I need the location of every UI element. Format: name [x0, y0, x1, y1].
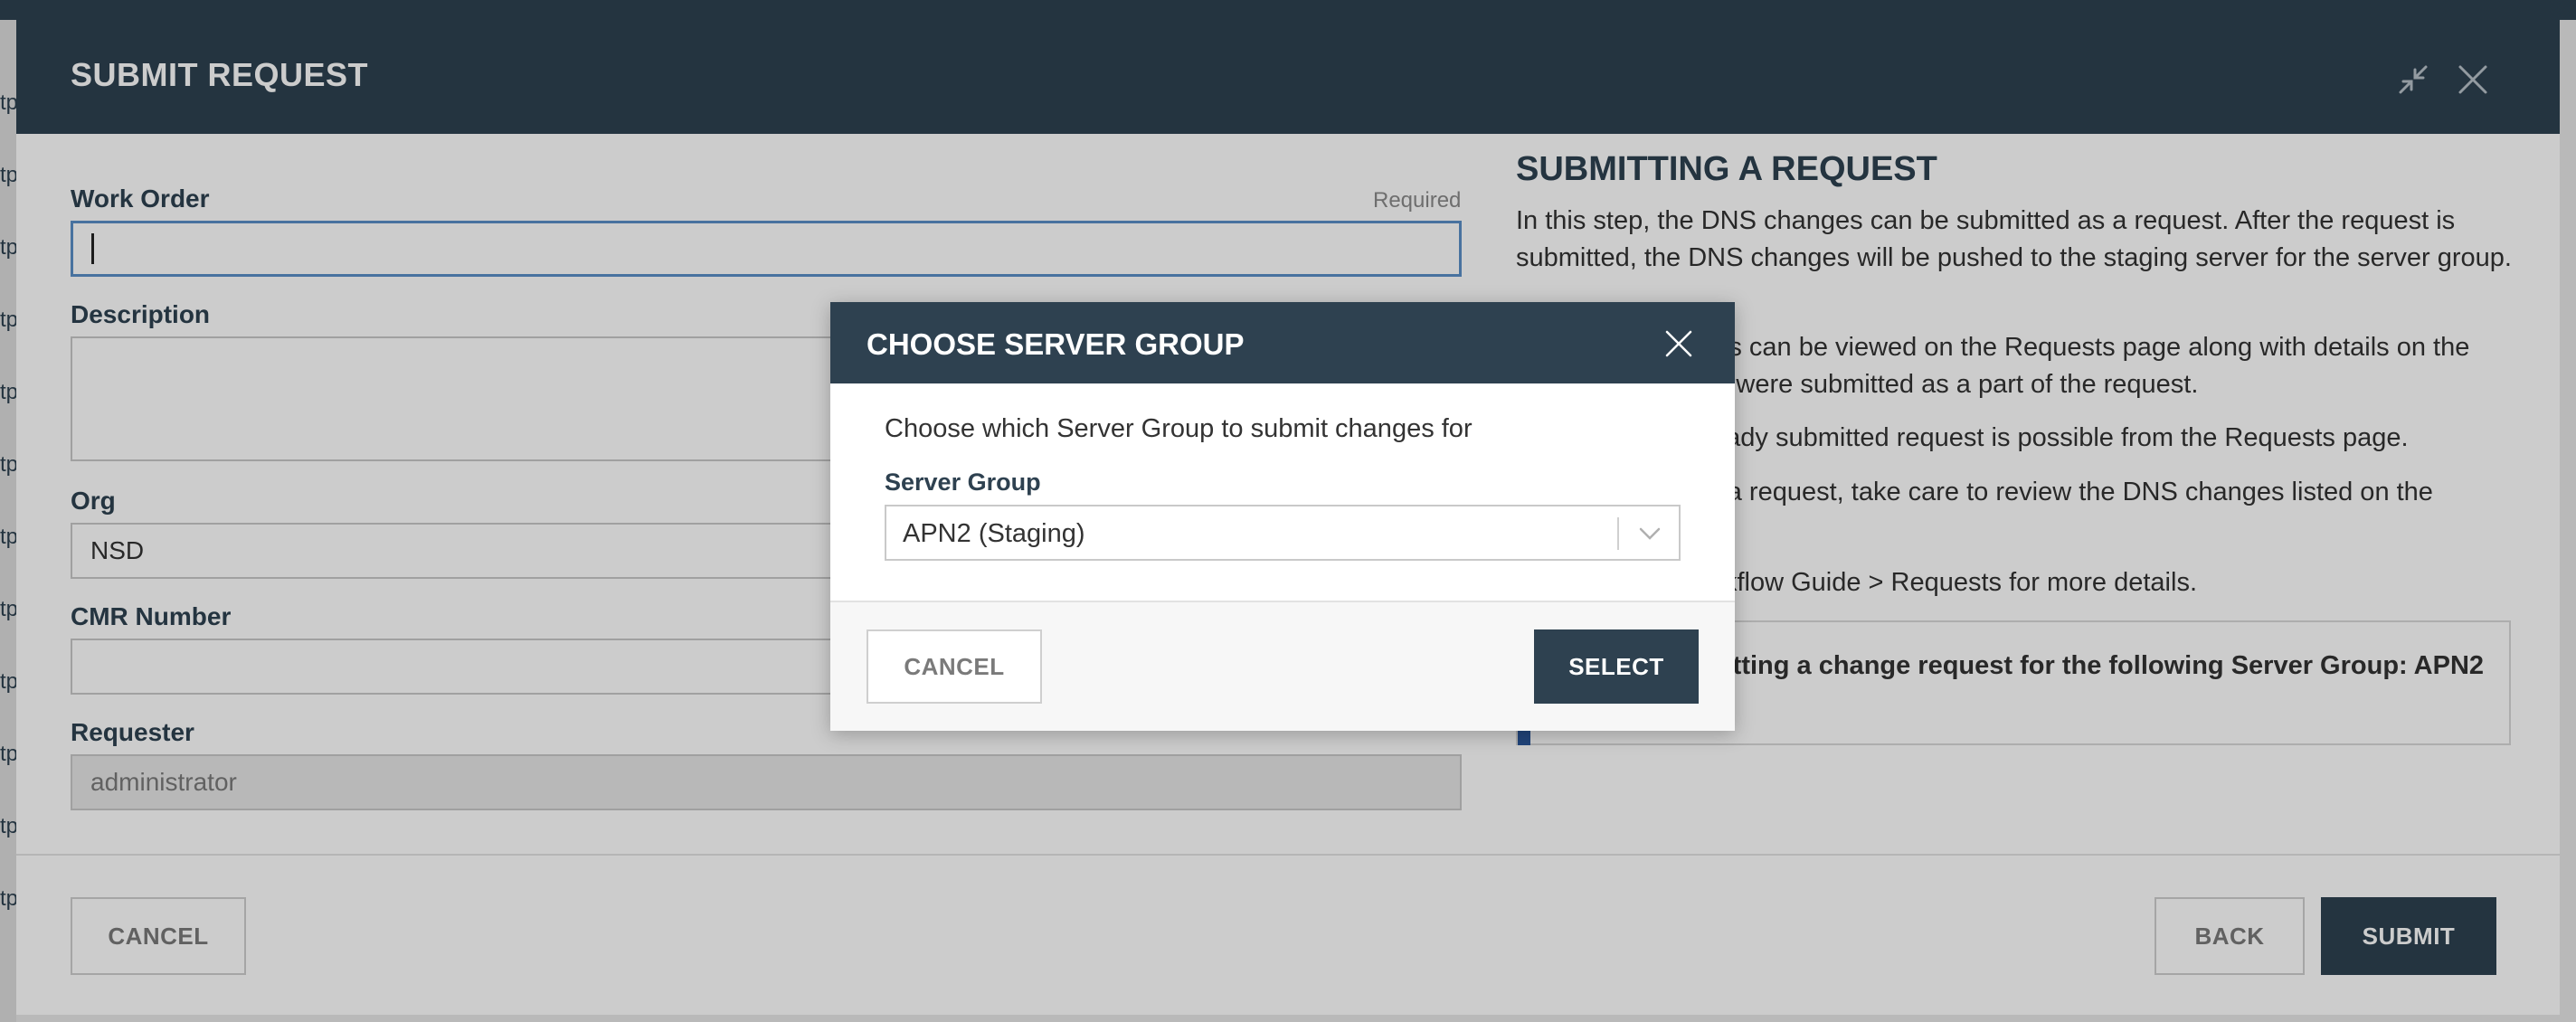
modal-footer: CANCEL SELECT: [830, 601, 1735, 731]
modal-header: CHOOSE SERVER GROUP: [830, 302, 1735, 383]
close-x-icon[interactable]: [1661, 326, 1697, 362]
chevron-down-icon[interactable]: [1634, 519, 1666, 548]
modal-cancel-button[interactable]: CANCEL: [867, 629, 1042, 704]
server-group-value: APN2 (Staging): [903, 519, 1085, 548]
modal-title: CHOOSE SERVER GROUP: [867, 327, 1245, 361]
modal-description: Choose which Server Group to submit chan…: [885, 414, 1473, 443]
select-separator: [1617, 517, 1619, 550]
choose-server-group-modal: CHOOSE SERVER GROUP Choose which Server …: [830, 302, 1735, 731]
select-button[interactable]: SELECT: [1534, 629, 1699, 704]
server-group-label: Server Group: [885, 468, 1041, 496]
server-group-select[interactable]: APN2 (Staging): [885, 505, 1681, 561]
